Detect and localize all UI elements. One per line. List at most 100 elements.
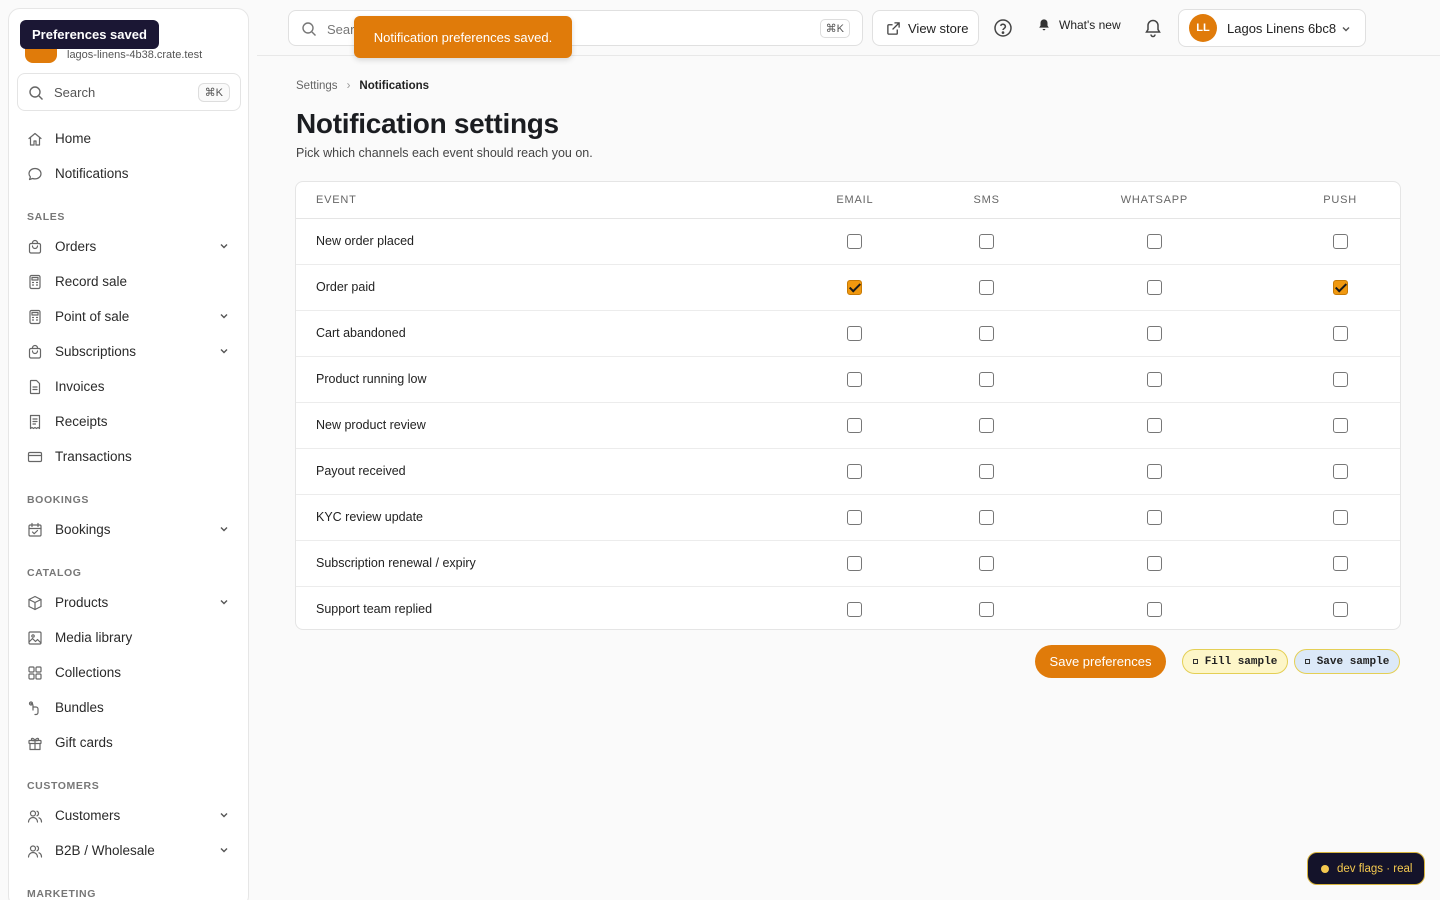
table-row: Product running low [296,356,1400,403]
sidebar-item-receipts[interactable]: Receipts [17,404,241,439]
sms-checkbox[interactable] [979,280,995,296]
table-row: New product review [296,402,1400,449]
dev-flags-badge[interactable]: dev flags · real [1307,852,1425,885]
view-store-button[interactable]: View store [872,10,979,46]
users-icon [27,844,43,858]
email-checkbox[interactable] [847,556,863,572]
notifications-bell-icon[interactable] [1143,18,1163,38]
table-row: Cart abandoned [296,310,1400,357]
account-name: Lagos Linens 6bc8 [1227,20,1337,36]
sidebar-item-point-of-sale[interactable]: Point of sale [17,299,241,334]
fill-sample-button[interactable]: Fill sample [1182,649,1288,674]
sms-checkbox[interactable] [979,372,995,388]
sidebar-item-b2b-wholesale[interactable]: B2B / Wholesale [17,833,241,868]
sidebar-item-customers[interactable]: Customers [17,798,241,833]
whatsapp-checkbox[interactable] [1146,280,1162,296]
push-checkbox[interactable] [1332,234,1348,250]
sms-checkbox[interactable] [979,556,995,572]
email-checkbox[interactable] [847,372,863,388]
sidebar-item-media-library[interactable]: Media library [17,620,241,655]
push-checkbox[interactable] [1332,280,1348,296]
sidebar-item-record-sale[interactable]: Record sale [17,264,241,299]
event-name: Cart abandoned [296,310,766,357]
save-sample-label: Save sample [1316,655,1390,668]
push-checkbox[interactable] [1332,372,1348,388]
account-menu[interactable]: LL Lagos Linens 6bc8 [1178,9,1366,47]
chevron-down-icon [220,244,228,249]
save-sample-button[interactable]: Save sample [1294,649,1400,674]
avatar: LL [1189,14,1217,42]
push-checkbox[interactable] [1332,326,1348,342]
column-header-sms: SMS [944,182,1029,219]
sidebar-search-label: Search [54,85,96,100]
push-checkbox[interactable] [1332,556,1348,572]
sms-checkbox[interactable] [979,602,995,618]
sidebar-item-transactions[interactable]: Transactions [17,439,241,474]
whatsapp-checkbox[interactable] [1146,234,1162,250]
users-icon [27,809,43,823]
table-row: New order placed [296,218,1400,265]
global-search-shortcut: ⌘K [819,19,850,38]
table-row: Payout received [296,448,1400,495]
whatsapp-checkbox[interactable] [1146,326,1162,342]
success-toast: Notification preferences saved. [354,16,572,58]
sidebar-item-notifications[interactable]: Notifications [17,156,241,191]
sidebar-item-gift-cards[interactable]: Gift cards [17,725,241,760]
push-checkbox[interactable] [1332,464,1348,480]
sidebar-item-invoices[interactable]: Invoices [17,369,241,404]
sidebar-item-bundles[interactable]: Bundles [17,690,241,725]
sms-checkbox[interactable] [979,510,995,526]
calculator-icon [29,309,41,324]
store-url: lagos-linens-4b38.crate.test [67,49,203,61]
bell-filled-icon [1039,19,1049,31]
email-checkbox[interactable] [847,326,863,342]
email-checkbox[interactable] [847,464,863,480]
sms-checkbox[interactable] [979,418,995,434]
notification-table: EVENT EMAIL SMS WHATSAPP PUSH New order … [295,181,1401,630]
save-preferences-button[interactable]: Save preferences [1035,645,1166,678]
chevron-down-icon [1342,27,1350,32]
push-checkbox[interactable] [1332,602,1348,618]
grid-icon [28,665,42,680]
email-checkbox[interactable] [847,280,863,296]
sidebar-section-customers: CUSTOMERS [27,780,100,792]
event-name: Order paid [296,264,766,311]
sidebar-item-label: Invoices [55,379,105,394]
table-row: Support team replied [296,586,1400,629]
sidebar-search[interactable]: Search ⌘K [17,73,241,111]
push-checkbox[interactable] [1332,418,1348,434]
sidebar-item-label: Record sale [55,274,128,289]
sidebar-item-label: Gift cards [55,735,113,750]
bundle-icon [28,700,39,715]
sidebar-item-products[interactable]: Products [17,585,241,620]
email-checkbox[interactable] [847,602,863,618]
sidebar-section-catalog: CATALOG [27,567,82,579]
whatsapp-checkbox[interactable] [1146,418,1162,434]
sidebar-item-home[interactable]: Home [17,121,241,156]
receipt-icon [29,414,41,429]
breadcrumb-settings[interactable]: Settings [296,80,338,92]
whats-new-button[interactable]: What's new [1037,18,1121,32]
sms-checkbox[interactable] [979,464,995,480]
sidebar-item-collections[interactable]: Collections [17,655,241,690]
sidebar-item-bookings[interactable]: Bookings [17,512,241,547]
email-checkbox[interactable] [847,418,863,434]
sidebar-item-label: Notifications [55,166,129,181]
push-checkbox[interactable] [1332,510,1348,526]
shopping-bag-icon [28,344,42,359]
sms-checkbox[interactable] [979,234,995,250]
sms-checkbox[interactable] [979,326,995,342]
sidebar-item-label: Customers [55,808,121,823]
whatsapp-checkbox[interactable] [1146,510,1162,526]
sidebar-item-subscriptions[interactable]: Subscriptions [17,334,241,369]
help-icon[interactable] [993,18,1013,38]
event-name: KYC review update [296,494,766,541]
email-checkbox[interactable] [847,234,863,250]
sidebar-item-orders[interactable]: Orders [17,229,241,264]
sidebar-section-marketing: MARKETING [27,888,96,900]
whatsapp-checkbox[interactable] [1146,556,1162,572]
whatsapp-checkbox[interactable] [1146,464,1162,480]
whatsapp-checkbox[interactable] [1146,602,1162,618]
email-checkbox[interactable] [847,510,863,526]
whatsapp-checkbox[interactable] [1146,372,1162,388]
